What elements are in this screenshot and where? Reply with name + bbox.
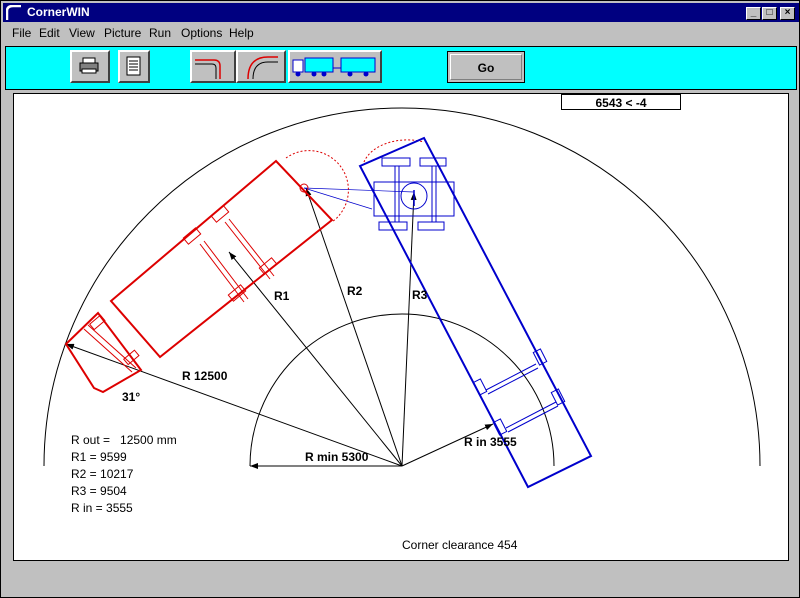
- tractor-unit: [373, 157, 455, 231]
- truck-rear-axles: [472, 348, 566, 436]
- menu-file[interactable]: File: [12, 26, 31, 40]
- maximize-button[interactable]: □: [762, 7, 777, 20]
- menu-run[interactable]: Run: [149, 26, 171, 40]
- r3-line: [401, 191, 417, 467]
- hitch-dashed-arc: [285, 150, 349, 223]
- title-bar: CornerWIN _ □ ×: [3, 3, 799, 22]
- menu-help[interactable]: Help: [229, 26, 254, 40]
- go-button-label: Go: [450, 54, 522, 80]
- print-button[interactable]: [70, 50, 110, 83]
- menu-view[interactable]: View: [69, 26, 95, 40]
- corner-diagram: R1 R2 R3 R 12500 R min 5300 R in 3555 31…: [43, 107, 761, 552]
- label-angle: 31°: [122, 390, 140, 404]
- right-angle-road-icon: [195, 59, 221, 79]
- corner-road-button[interactable]: [190, 50, 236, 83]
- label-r1: R1: [274, 289, 290, 303]
- kingpin-line-a: [303, 187, 415, 193]
- close-button[interactable]: ×: [780, 7, 795, 20]
- drawing-canvas[interactable]: 6543 < -4 R1 R2 R3 R 12500 R min 5300 R …: [13, 93, 789, 561]
- document-icon: [126, 56, 141, 76]
- label-r3: R3: [412, 288, 428, 302]
- r1-line: [228, 251, 403, 467]
- curved-road-icon: [247, 56, 278, 80]
- app-window: CornerWIN _ □ × File Edit View Picture R…: [0, 0, 800, 598]
- page-setup-button[interactable]: [118, 50, 150, 83]
- stat-r3: R3 = 9504: [71, 484, 127, 498]
- curve-road-button[interactable]: [236, 50, 286, 83]
- menu-options[interactable]: Options: [181, 26, 222, 40]
- go-button[interactable]: Go: [447, 51, 525, 83]
- menu-picture[interactable]: Picture: [104, 26, 141, 40]
- kingpin-line-b: [303, 187, 373, 210]
- vehicle-select-button[interactable]: [288, 50, 382, 83]
- stat-r-in: R in = 3555: [71, 501, 133, 515]
- menu-bar: File Edit View Picture Run Options Help: [3, 23, 799, 43]
- window-title: CornerWIN: [27, 5, 90, 19]
- minimize-button[interactable]: _: [746, 7, 761, 20]
- label-r2: R2: [347, 284, 363, 298]
- stat-r2: R2 = 10217: [71, 467, 134, 481]
- label-r-outer: R 12500: [182, 369, 228, 383]
- app-icon: [6, 5, 21, 20]
- stat-r1: R1 = 9599: [71, 450, 127, 464]
- menu-edit[interactable]: Edit: [39, 26, 60, 40]
- printer-icon: [79, 57, 99, 74]
- label-r-min: R min 5300: [305, 450, 369, 464]
- outer-radius-arc: [43, 107, 761, 467]
- trailer-front: [64, 311, 143, 394]
- label-r-in: R in 3555: [464, 435, 517, 449]
- stat-r-out: R out = 12500 mm: [71, 433, 177, 447]
- toolbar: Go: [5, 46, 797, 90]
- truck-trailer-icon: [292, 57, 376, 77]
- corner-clearance: Corner clearance 454: [402, 538, 518, 552]
- trailer-body: [109, 159, 334, 359]
